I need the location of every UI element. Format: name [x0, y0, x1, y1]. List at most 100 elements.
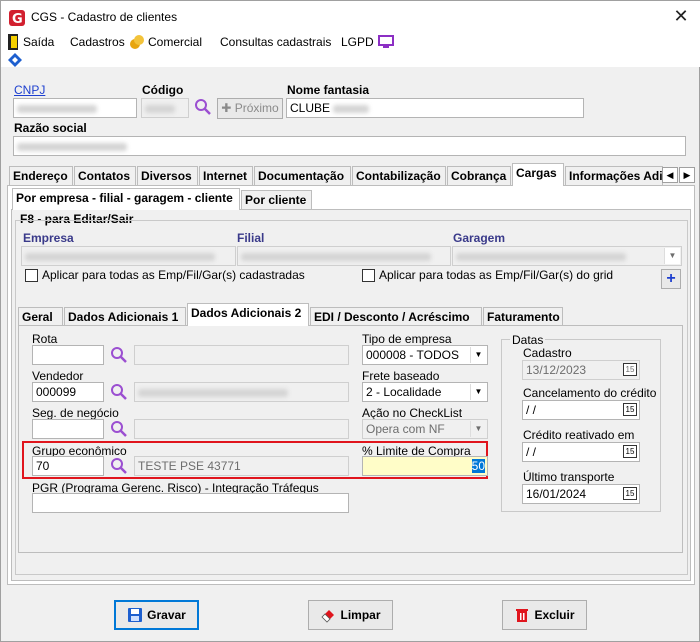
ultimo-transporte-value: 16/01/2024	[526, 487, 587, 501]
chevron-down-icon: ▼	[664, 248, 680, 264]
tab-internet[interactable]: Internet	[199, 166, 253, 186]
vendedor-desc-field	[134, 382, 349, 402]
aplicar-grid-checkbox[interactable]	[362, 269, 375, 282]
chevron-down-icon: ▼	[470, 384, 486, 400]
frete-select[interactable]: 2 - Localidade ▼	[362, 382, 488, 402]
codigo-label: Código	[142, 83, 184, 97]
calendar-icon[interactable]: 15	[623, 487, 637, 500]
acao-checklist-label: Ação no CheckList	[362, 406, 463, 420]
cancelamento-date-field[interactable]: / / 15	[522, 400, 640, 420]
filial-label: Filial	[237, 231, 265, 245]
acao-checklist-select[interactable]: Opera com NF ▼	[362, 419, 488, 439]
menu-saida[interactable]: Saída	[23, 35, 54, 49]
limpar-button[interactable]: Limpar	[308, 600, 393, 630]
excluir-label: Excluir	[534, 608, 575, 622]
trash-icon	[516, 608, 529, 622]
limite-compra-field[interactable]: 50	[362, 456, 488, 476]
rota-label: Rota	[32, 332, 58, 346]
search-seg-negocio-icon[interactable]	[110, 420, 128, 438]
monitor-icon[interactable]	[378, 35, 394, 49]
tab-informacoes-adicionais[interactable]: Informações Adi	[565, 166, 663, 186]
close-button[interactable]: ✕	[667, 5, 695, 29]
ultimo-transporte-date-field[interactable]: 16/01/2024 15	[522, 484, 640, 504]
coins-icon	[130, 35, 144, 49]
tab-cargas[interactable]: Cargas	[512, 163, 564, 186]
tipo-empresa-select[interactable]: 000008 - TODOS ▼	[362, 345, 488, 365]
menu-cadastros[interactable]: Cadastros	[70, 35, 125, 49]
chevron-down-icon: ▼	[470, 347, 486, 363]
tab-faturamento[interactable]: Faturamento	[483, 307, 563, 327]
nome-fantasia-value: CLUBE	[290, 101, 331, 115]
ultimo-transporte-label: Último transporte	[523, 470, 615, 484]
tab-dados-adicionais-2[interactable]: Dados Adicionais 2	[187, 303, 309, 326]
vendedor-field[interactable]: 000099	[32, 382, 104, 402]
pgr-field[interactable]	[32, 493, 349, 513]
empresa-select[interactable]	[21, 246, 236, 266]
tab-diversos[interactable]: Diversos	[137, 166, 198, 186]
tab-geral[interactable]: Geral	[18, 307, 63, 327]
calendar-icon[interactable]: 15	[623, 445, 637, 458]
eraser-icon	[321, 609, 335, 623]
tab-documentacao[interactable]: Documentação	[254, 166, 351, 186]
chevron-down-icon: ▼	[470, 421, 486, 437]
cadastro-date-field: 13/12/2023 15	[522, 360, 640, 380]
search-grupo-icon[interactable]	[110, 457, 128, 475]
menu-bar: Saída Cadastros Comercial Consultas cada…	[1, 33, 700, 67]
search-rota-icon[interactable]	[110, 346, 128, 364]
codigo-field[interactable]	[141, 98, 189, 118]
rota-field[interactable]	[32, 345, 104, 365]
filial-select[interactable]	[237, 246, 451, 266]
seg-negocio-field[interactable]	[32, 419, 104, 439]
gravar-label: Gravar	[147, 608, 186, 622]
cadastro-label: Cadastro	[523, 346, 572, 360]
tab-contabilizacao[interactable]: Contabilização	[352, 166, 446, 186]
tab-cobranca[interactable]: Cobrança	[447, 166, 511, 186]
vendedor-label: Vendedor	[32, 369, 84, 383]
limpar-label: Limpar	[340, 608, 381, 622]
tipo-empresa-value: 000008 - TODOS	[366, 348, 459, 362]
frete-value: 2 - Localidade	[366, 385, 442, 399]
calendar-icon[interactable]: 15	[623, 363, 637, 376]
toolbar-diamond-icon[interactable]	[8, 53, 22, 67]
gravar-button[interactable]: Gravar	[114, 600, 199, 630]
tab-por-cliente[interactable]: Por cliente	[241, 190, 312, 210]
main-window: G CGS - Cadastro de clientes ✕ Saída Cad…	[0, 0, 700, 642]
menu-lgpd[interactable]: LGPD	[341, 35, 374, 49]
tab-edi-desconto[interactable]: EDI / Desconto / Acréscimo	[310, 307, 482, 327]
proximo-button[interactable]: ✚ Próximo	[217, 98, 283, 119]
proximo-label: Próximo	[234, 101, 279, 115]
tipo-empresa-label: Tipo de empresa	[362, 332, 452, 346]
tab-por-empresa[interactable]: Por empresa - filial - garagem - cliente	[12, 188, 240, 210]
app-logo-icon: G	[9, 10, 25, 26]
menu-consultas[interactable]: Consultas cadastrais	[220, 35, 331, 49]
tab-endereco[interactable]: Endereço	[9, 166, 73, 186]
garagem-label: Garagem	[453, 231, 506, 245]
add-button[interactable]: +	[661, 269, 681, 289]
cnpj-label[interactable]: CNPJ	[14, 83, 45, 97]
reativado-date-field[interactable]: / / 15	[522, 442, 640, 462]
excluir-button[interactable]: Excluir	[502, 600, 587, 630]
razao-social-field[interactable]	[13, 136, 686, 156]
calendar-icon[interactable]: 15	[623, 403, 637, 416]
nome-fantasia-field[interactable]: CLUBE	[286, 98, 584, 118]
search-vendedor-icon[interactable]	[110, 383, 128, 401]
cadastro-value: 13/12/2023	[526, 363, 587, 377]
tab-scroll-left-button[interactable]: ◀	[662, 167, 678, 183]
seg-negocio-desc-field	[134, 419, 349, 439]
title-bar: G CGS - Cadastro de clientes ✕	[1, 1, 700, 33]
menu-comercial[interactable]: Comercial	[148, 35, 202, 49]
tab-scroll-right-button[interactable]: ▶	[679, 167, 695, 183]
limite-compra-value: 50	[471, 459, 485, 473]
grupo-economico-desc: TESTE PSE 43771	[134, 456, 349, 476]
grupo-economico-field[interactable]: 70	[32, 456, 104, 476]
tab-dados-adicionais-1[interactable]: Dados Adicionais 1	[64, 307, 186, 327]
reativado-value: / /	[526, 445, 537, 459]
acao-checklist-value: Opera com NF	[366, 422, 445, 436]
search-codigo-icon[interactable]	[194, 98, 212, 116]
seg-negocio-label: Seg. de negócio	[32, 406, 119, 420]
cnpj-field[interactable]	[13, 98, 137, 118]
aplicar-todas-checkbox[interactable]	[25, 269, 38, 282]
tab-contatos[interactable]: Contatos	[74, 166, 136, 186]
garagem-select[interactable]: ▼	[452, 246, 682, 266]
exit-door-icon	[8, 34, 18, 50]
